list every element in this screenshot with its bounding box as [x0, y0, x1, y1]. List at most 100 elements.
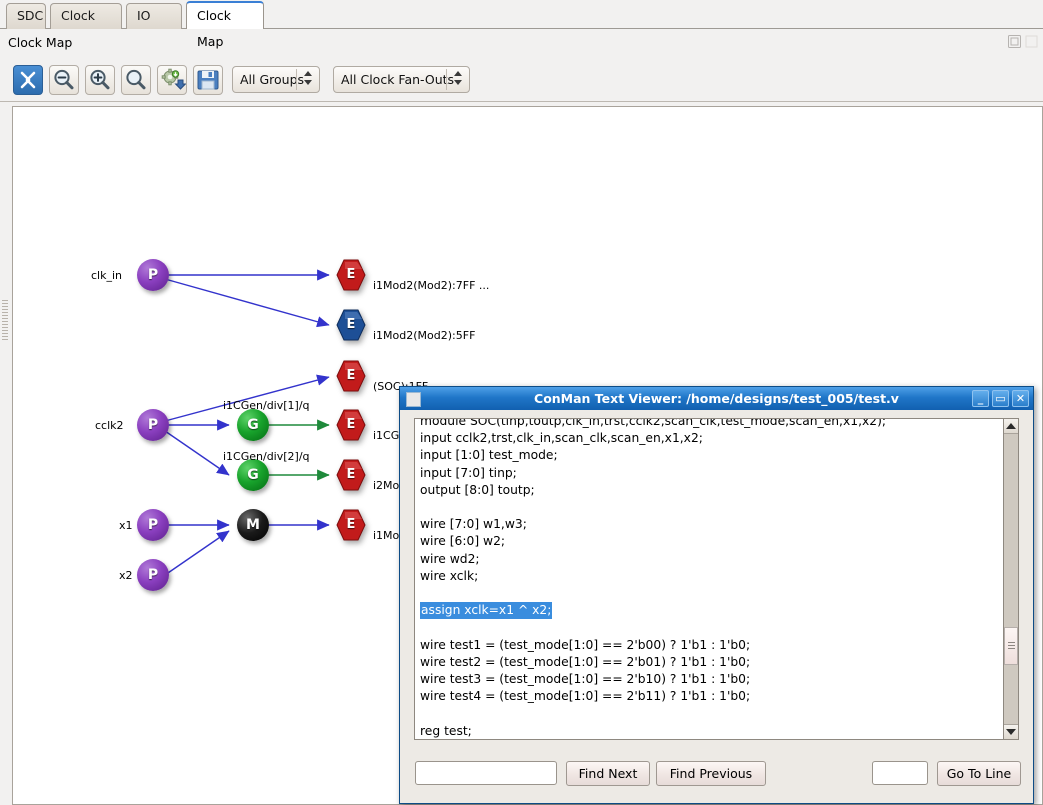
code-vertical-scrollbar[interactable] — [1003, 418, 1019, 740]
dialog-window-buttons: _ ▭ ✕ — [969, 390, 1029, 407]
chevron-updown-icon — [303, 71, 314, 90]
code-line: wire test3 = (test_mode[1:0] == 2'b10) ?… — [420, 671, 999, 688]
code-line: reg test; — [420, 723, 999, 740]
node-label-endpoint-2: i1Mod2(Mod2):5FF — [373, 329, 475, 342]
minimize-button[interactable]: _ — [972, 390, 989, 407]
code-lines: module SOC(tinp,toutp,clk_in,trst,cclk2,… — [415, 418, 1004, 740]
node-kind-label: P — [137, 509, 169, 541]
triangle-down-icon — [1006, 729, 1016, 735]
code-line: wire test4 = (test_mode[1:0] == 2'b11) ?… — [420, 688, 999, 705]
node-kind-label: G — [237, 409, 269, 441]
tab-clock-map[interactable]: Clock Map — [186, 1, 264, 29]
group-filter-value: All Groups — [240, 72, 304, 87]
find-previous-button[interactable]: Find Previous — [656, 761, 766, 786]
zoom-in-button[interactable] — [85, 65, 115, 95]
fit-tool-button[interactable] — [13, 65, 43, 95]
panel-resize-grip[interactable] — [2, 300, 8, 340]
scrollbar-thumb[interactable] — [1004, 627, 1018, 665]
find-input[interactable] — [415, 761, 557, 785]
node-cclk2[interactable]: P — [137, 409, 169, 441]
magnifier-icon — [122, 66, 150, 94]
code-line — [420, 705, 999, 722]
scroll-up-button[interactable] — [1004, 419, 1018, 434]
node-endpoint-1[interactable]: E — [336, 259, 366, 291]
gear-download-icon — [158, 66, 186, 94]
save-button[interactable] — [193, 65, 223, 95]
chevron-updown-icon — [453, 71, 464, 90]
go-to-line-button[interactable]: Go To Line — [937, 761, 1021, 786]
code-line: wire xclk; — [420, 568, 999, 585]
text-viewer-dialog[interactable]: ConMan Text Viewer: /home/designs/test_0… — [399, 386, 1034, 804]
node-mux[interactable]: M — [237, 509, 269, 541]
code-line: wire wd2; — [420, 551, 999, 568]
node-kind-label: E — [336, 259, 366, 291]
edge-label-div2: i1CGen/div[2]/q — [223, 450, 310, 463]
node-kind-label: G — [237, 459, 269, 491]
node-kind-label: E — [336, 409, 366, 441]
floppy-disk-icon — [194, 66, 222, 94]
code-text-area[interactable]: module SOC(tinp,toutp,clk_in,trst,cclk2,… — [414, 418, 1005, 740]
code-line: wire test1 = (test_mode[1:0] == 2'b00) ?… — [420, 637, 999, 654]
node-endpoint-4[interactable]: E — [336, 409, 366, 441]
node-kind-label: E — [336, 459, 366, 491]
tab-io-sim[interactable]: IO Sim — [126, 3, 182, 29]
maximize-button[interactable]: ▭ — [992, 390, 1009, 407]
dialog-title-text: ConMan Text Viewer: /home/designs/test_0… — [400, 387, 1033, 410]
maximize-icon: ▭ — [993, 391, 1008, 406]
node-endpoint-6[interactable]: E — [336, 509, 366, 541]
node-label-x2: x2 — [119, 569, 133, 582]
zoom-out-icon — [50, 66, 78, 94]
goto-line-input[interactable] — [872, 761, 928, 785]
tab-strip: SDC Clock Sim IO Sim Clock Map — [0, 0, 1043, 29]
node-kind-label: E — [336, 509, 366, 541]
minimize-icon: _ — [973, 391, 988, 406]
fanout-filter-combo[interactable]: All Clock Fan-Outs — [333, 66, 470, 93]
code-line — [420, 619, 999, 636]
combo-separator — [296, 69, 297, 90]
thumb-grip-icon — [1008, 642, 1015, 650]
node-gate-div2[interactable]: G — [237, 459, 269, 491]
node-kind-label: P — [137, 259, 169, 291]
wrench-cross-icon — [14, 66, 42, 94]
node-label-cclk2: cclk2 — [95, 419, 124, 432]
dialog-title-bar[interactable]: ConMan Text Viewer: /home/designs/test_0… — [400, 387, 1033, 410]
group-filter-combo[interactable]: All Groups — [232, 66, 320, 93]
node-endpoint-2[interactable]: E — [336, 309, 366, 341]
zoom-out-button[interactable] — [49, 65, 79, 95]
code-line: module SOC(tinp,toutp,clk_in,trst,cclk2,… — [420, 418, 999, 430]
find-next-button[interactable]: Find Next — [566, 761, 650, 786]
node-label-x1: x1 — [119, 519, 133, 532]
node-label-endpoint-1: i1Mod2(Mod2):7FF ... — [373, 279, 489, 292]
zoom-in-icon — [86, 66, 114, 94]
node-kind-label: E — [336, 360, 366, 392]
code-line: output [8:0] toutp; — [420, 482, 999, 499]
code-line: wire [6:0] w2; — [420, 533, 999, 550]
node-x2[interactable]: P — [137, 559, 169, 591]
scroll-down-button[interactable] — [1004, 724, 1018, 739]
code-line: wire [7:0] w1,w3; — [420, 516, 999, 533]
page-title: Clock Map — [8, 35, 72, 50]
node-kind-label: P — [137, 559, 169, 591]
page-header — [0, 30, 1043, 56]
code-line — [420, 499, 999, 516]
node-clk-in[interactable]: P — [137, 259, 169, 291]
tab-clock-sim[interactable]: Clock Sim — [50, 3, 122, 29]
node-gate-div1[interactable]: G — [237, 409, 269, 441]
close-icon: ✕ — [1013, 391, 1028, 406]
code-line: input [7:0] tinp; — [420, 465, 999, 482]
edge-label-div1: i1CGen/div[1]/q — [223, 399, 310, 412]
node-x1[interactable]: P — [137, 509, 169, 541]
window-icon-group — [1005, 34, 1041, 52]
node-kind-label: E — [336, 309, 366, 341]
fanout-filter-value: All Clock Fan-Outs — [341, 72, 454, 87]
code-line-wrapper: assign xclk=x1 ^ x2; — [420, 602, 999, 619]
restore-window-icon[interactable] — [1007, 34, 1022, 49]
node-kind-label: M — [237, 509, 269, 541]
menu-bar-icon[interactable] — [1024, 34, 1039, 49]
tab-sdc[interactable]: SDC — [6, 3, 46, 29]
settings-apply-button[interactable] — [157, 65, 187, 95]
close-button[interactable]: ✕ — [1012, 390, 1029, 407]
node-endpoint-5[interactable]: E — [336, 459, 366, 491]
zoom-fit-button[interactable] — [121, 65, 151, 95]
node-endpoint-3[interactable]: E — [336, 360, 366, 392]
